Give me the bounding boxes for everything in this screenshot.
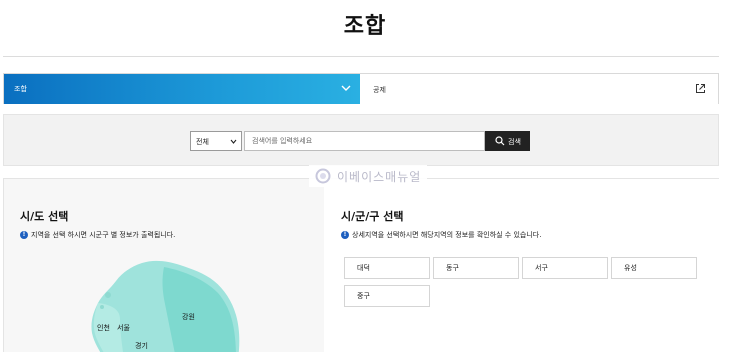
external-link-icon[interactable] bbox=[695, 83, 706, 94]
tab-johap[interactable]: 조합 bbox=[4, 74, 360, 104]
tab-johap-label: 조합 bbox=[14, 85, 27, 93]
district-button[interactable]: 유성 bbox=[611, 257, 697, 279]
region-incheon[interactable]: 인천 bbox=[97, 323, 110, 333]
search-button[interactable]: 검색 bbox=[485, 131, 530, 151]
district-button[interactable]: 서구 bbox=[522, 257, 608, 279]
search-scope-value: 전체 bbox=[196, 138, 209, 146]
search-scope-select[interactable]: 전체 bbox=[190, 131, 242, 151]
chevron-down-icon bbox=[230, 139, 237, 144]
sigungu-info: ! 상세지역을 선택하시면 해당지역의 정보를 확인하실 수 있습니다. bbox=[341, 230, 541, 240]
sigungu-panel: 시/군/구 선택 ! 상세지역을 선택하시면 해당지역의 정보를 확인하실 수 … bbox=[324, 179, 719, 352]
title-divider bbox=[3, 56, 719, 57]
sido-panel: 시/도 선택 ! 지역을 선택 하시면 시군구 별 정보가 출력됩니다. 인천 … bbox=[4, 179, 324, 352]
sido-info: ! 지역을 선택 하시면 시군구 별 정보가 출력됩니다. bbox=[20, 230, 175, 240]
search-input[interactable] bbox=[244, 131, 485, 151]
region-seoul[interactable]: 서울 bbox=[117, 323, 130, 333]
district-button[interactable]: 중구 bbox=[344, 285, 430, 307]
watermark: 이베이스매뉴얼 bbox=[309, 165, 428, 187]
search-icon bbox=[495, 136, 505, 146]
info-icon: ! bbox=[341, 231, 349, 239]
tab-gongje[interactable]: 공제 bbox=[360, 74, 718, 104]
sido-heading: 시/도 선택 bbox=[20, 210, 69, 223]
district-button[interactable]: 동구 bbox=[433, 257, 519, 279]
region-gyeonggi[interactable]: 경기 bbox=[135, 341, 148, 351]
region-selector: 시/도 선택 ! 지역을 선택 하시면 시군구 별 정보가 출력됩니다. 인천 … bbox=[3, 178, 719, 352]
watermark-text: 이베이스매뉴얼 bbox=[337, 169, 422, 184]
watermark-logo-icon bbox=[315, 168, 331, 184]
sigungu-heading: 시/군/구 선택 bbox=[341, 210, 404, 223]
tab-gongje-label: 공제 bbox=[373, 86, 386, 94]
korea-map[interactable] bbox=[64, 259, 264, 352]
search-button-label: 검색 bbox=[508, 138, 521, 146]
district-button[interactable]: 대덕 bbox=[344, 257, 430, 279]
info-icon: ! bbox=[20, 231, 28, 239]
category-tabbar: 조합 공제 bbox=[3, 73, 719, 104]
chevron-down-icon[interactable] bbox=[340, 82, 352, 94]
sido-info-text: 지역을 선택 하시면 시군구 별 정보가 출력됩니다. bbox=[31, 231, 176, 239]
sigungu-info-text: 상세지역을 선택하시면 해당지역의 정보를 확인하실 수 있습니다. bbox=[352, 231, 542, 239]
search-area: 전체 검색 bbox=[3, 114, 719, 166]
page-title: 조합 bbox=[343, 14, 387, 39]
region-gangwon[interactable]: 강원 bbox=[182, 312, 195, 322]
